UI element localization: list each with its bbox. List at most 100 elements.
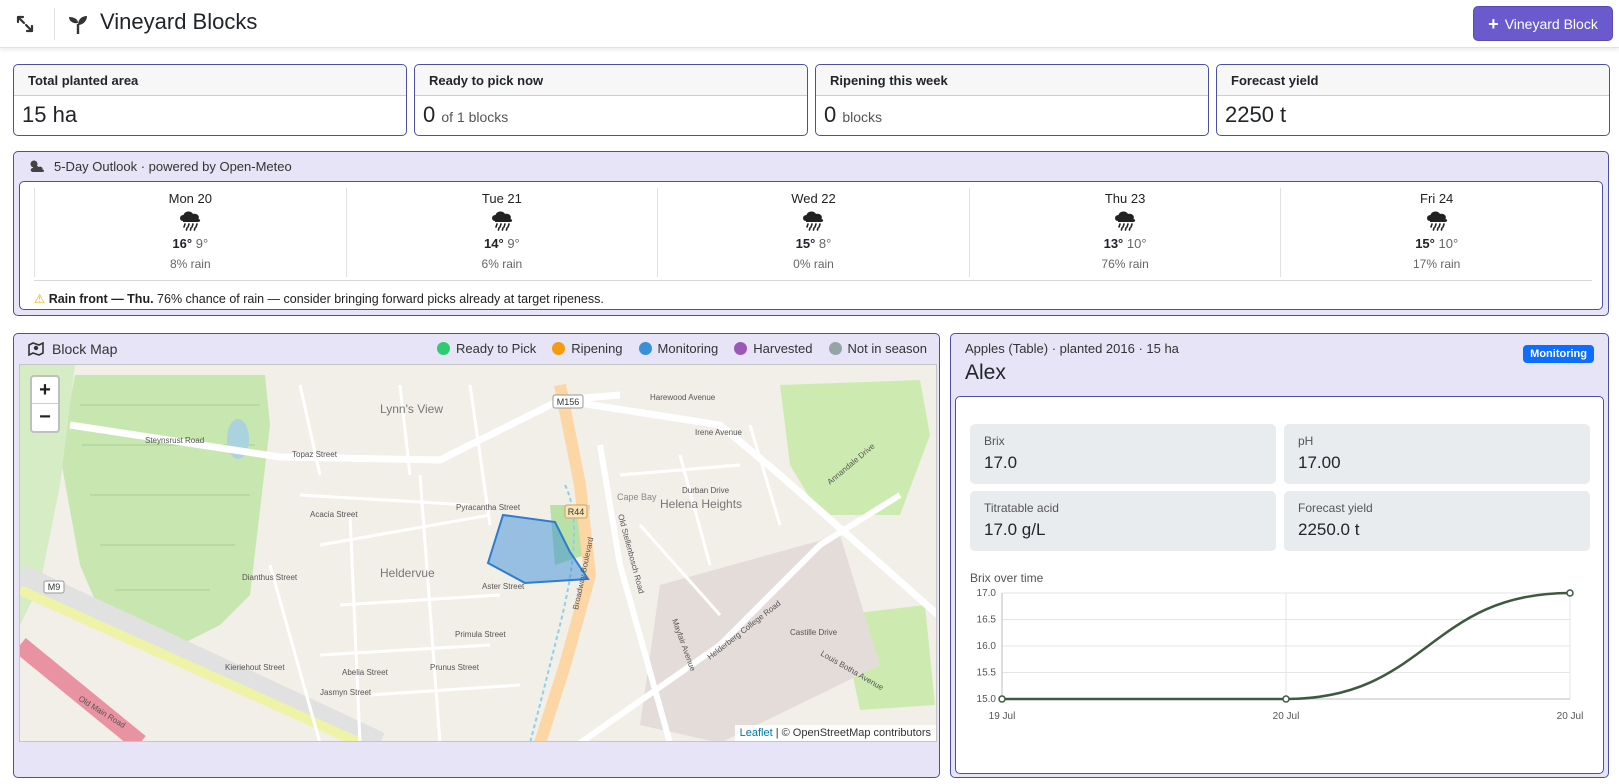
- street-label: Kieriehout Street: [225, 663, 285, 672]
- legend-ripening: Ripening: [552, 341, 623, 356]
- warning-icon: ⚠: [34, 292, 46, 306]
- legend-label: Ripening: [571, 341, 623, 356]
- street-label: Aster Street: [482, 582, 525, 591]
- temp-low: 8°: [818, 236, 832, 251]
- map-title: Block Map: [52, 341, 118, 357]
- temp-high: 13°: [1103, 236, 1124, 251]
- kpi-suffix: of 1 blocks: [441, 109, 509, 125]
- kpi-label: Total planted area: [14, 65, 406, 96]
- place-label: Lynn's View: [380, 402, 443, 416]
- temp-low: 9°: [507, 236, 520, 251]
- block-detail-panel: Apples (Table) · planted 2016 · 15 ha Mo…: [950, 333, 1609, 778]
- legend-ready-to-pick: Ready to Pick: [437, 341, 536, 356]
- brix-chart: 17.0 16.5 16.0 15.5 15.0 19 Jul 20 Jul 20 Jul: [977, 588, 1584, 722]
- legend-monitoring: Monitoring: [638, 341, 718, 356]
- rain-chance: 8% rain: [169, 257, 211, 271]
- street-label: Harewood Avenue: [650, 393, 716, 402]
- road-badge-label: M9: [48, 582, 61, 592]
- kpi-ripening-this-week: Ripening this week 0 blocks: [815, 64, 1209, 136]
- kpi-forecast-yield: Forecast yield 2250 t: [1216, 64, 1610, 136]
- map-legend: Ready to Pick Ripening Monitoring Harves…: [437, 341, 927, 356]
- street-label: Topaz Street: [292, 450, 338, 459]
- x-tick-label: 20 Jul: [1273, 711, 1300, 722]
- day-name: Tue 21: [481, 191, 522, 206]
- street-label: Acacia Street: [310, 510, 358, 519]
- sprout-icon: [69, 16, 87, 34]
- street-label: Irene Avenue: [695, 428, 743, 437]
- cloud-rain-icon: [803, 211, 824, 231]
- stat-forecast-yield: Forecast yield 2250.0 t: [1284, 491, 1590, 551]
- expand-icon[interactable]: [14, 13, 36, 35]
- kpi-label: Ripening this week: [816, 65, 1208, 96]
- rain-chance: 76% rain: [1101, 257, 1149, 271]
- block-subtitle: Apples (Table) · planted 2016 · 15 ha: [965, 341, 1179, 356]
- street-label: Castille Drive: [790, 628, 838, 637]
- block-stats-card: Brix 17.0 pH 17.00 Titratable acid 17.0 …: [955, 396, 1604, 774]
- road-badge-label: M156: [557, 397, 580, 407]
- forecast-day: Thu 23 13° 10° 76% rain: [968, 188, 1281, 277]
- forecast-day: Mon 20 16° 9° 8% rain: [34, 188, 346, 277]
- header-divider: [54, 8, 55, 40]
- kpi-label: Ready to pick now: [415, 65, 807, 96]
- kpi-value: 15 ha: [22, 102, 78, 127]
- stat-value: 17.0: [984, 453, 1018, 472]
- page-title: Vineyard Blocks: [100, 9, 258, 34]
- cloud-sun-icon: [30, 160, 44, 172]
- temp-high: 14°: [484, 236, 504, 251]
- stat-value: 17.0 g/L: [984, 520, 1046, 539]
- street-label: Primula Street: [455, 630, 506, 639]
- stat-ph: pH 17.00: [1284, 424, 1590, 484]
- legend-dot: [638, 342, 652, 355]
- x-tick-label: 19 Jul: [989, 711, 1016, 722]
- zoom-in-button[interactable]: +: [32, 377, 58, 404]
- stat-label: Brix: [984, 434, 1005, 448]
- zoom-controls: + −: [30, 375, 60, 433]
- status-badge: Monitoring: [1523, 345, 1594, 363]
- alert-text: 76% chance of rain — consider bringing f…: [157, 292, 604, 306]
- data-point: [998, 695, 1006, 703]
- stat-titratable-acid: Titratable acid 17.0 g/L: [970, 491, 1276, 551]
- place-label: Helena Heights: [660, 497, 742, 511]
- legend-harvested: Harvested: [734, 341, 813, 356]
- stat-brix: Brix 17.0: [970, 424, 1276, 484]
- legend-label: Ready to Pick: [456, 341, 537, 356]
- legend-dot: [828, 342, 842, 355]
- kpi-label: Forecast yield: [1217, 65, 1609, 96]
- chart-title: Brix over time: [970, 571, 1044, 585]
- add-vineyard-block-button[interactable]: + Vineyard Block: [1473, 6, 1613, 41]
- leaflet-link[interactable]: Leaflet: [740, 727, 773, 739]
- street-label: Pyracantha Street: [456, 503, 521, 512]
- stat-value: 2250.0 t: [1298, 520, 1360, 539]
- forecast-days: Mon 20 16° 9° 8% rain Tue 21 14° 9° 6% r…: [34, 188, 1592, 277]
- rain-alert: ⚠ Rain front — Thu. 76% chance of rain —…: [34, 280, 1592, 306]
- data-point: [1566, 589, 1574, 597]
- cloud-rain-icon: [491, 211, 513, 231]
- legend-dot: [437, 342, 451, 355]
- rain-chance: 0% rain: [793, 257, 834, 271]
- zoom-out-button[interactable]: −: [32, 404, 58, 431]
- weather-outlook-panel: 5-Day Outlook · powered by Open-Meteo Mo…: [13, 151, 1609, 316]
- outlook-title: 5-Day Outlook · powered by Open-Meteo: [54, 158, 292, 174]
- y-tick-label: 15.5: [977, 668, 997, 679]
- y-tick-label: 16.0: [977, 641, 997, 652]
- block-map[interactable]: M156 R44 M9 Lynn's View Helena Heights H…: [19, 364, 937, 742]
- day-name: Fri 24: [1420, 191, 1454, 206]
- temp-high: 15°: [1415, 236, 1435, 251]
- forecast-day: Tue 21 14° 9° 6% rain: [345, 188, 658, 277]
- forecast-day: Fri 24 15° 10° 17% rain: [1280, 188, 1592, 277]
- street-label: Durban Drive: [682, 486, 730, 495]
- temp-low: 10°: [1438, 236, 1459, 251]
- kpi-value: 0: [824, 102, 837, 127]
- map-attribution: Leaflet | © OpenStreetMap contributors: [734, 725, 936, 741]
- block-map-panel: Block Map Ready to Pick Ripening Monitor…: [13, 333, 940, 778]
- legend-label: Harvested: [753, 341, 813, 356]
- cloud-rain-icon: [1426, 211, 1447, 231]
- map-tiles[interactable]: M156 R44 M9 Lynn's View Helena Heights H…: [20, 365, 937, 742]
- road-badge-label: R44: [568, 507, 585, 517]
- outlook-card: Mon 20 16° 9° 8% rain Tue 21 14° 9° 6% r…: [19, 181, 1603, 310]
- kpi-value: 0: [423, 102, 436, 127]
- alert-lead: Rain front — Thu.: [48, 292, 154, 306]
- y-tick-label: 17.0: [977, 588, 997, 599]
- temp-low: 9°: [195, 236, 209, 251]
- cloud-rain-icon: [1115, 211, 1136, 231]
